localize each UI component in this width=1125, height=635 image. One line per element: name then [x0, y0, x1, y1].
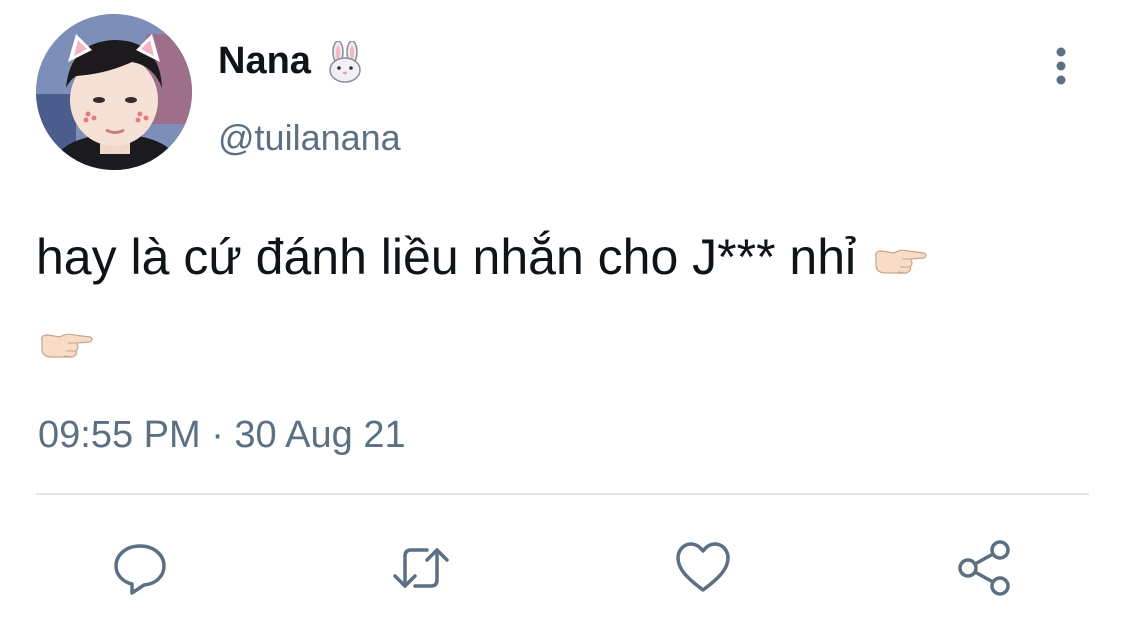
- more-options-icon[interactable]: [1046, 44, 1076, 88]
- tweet-card: Nana @tuilanana hay là cứ đánh liều nhắn…: [0, 0, 1125, 635]
- reply-button[interactable]: [110, 538, 170, 598]
- tweet-timestamp[interactable]: 09:55 PM · 30 Aug 21: [38, 414, 406, 457]
- backhand-index-pointing-right-icon: [41, 333, 93, 358]
- avatar[interactable]: [36, 14, 192, 170]
- user-handle[interactable]: @tuilanana: [218, 117, 401, 159]
- like-button[interactable]: [673, 538, 733, 598]
- retweet-icon: [393, 548, 449, 588]
- tweet-text: hay là cứ đánh liều nhắn cho J*** nhỉ: [36, 215, 1096, 383]
- backhand-index-pointing-right-icon: [875, 249, 927, 274]
- display-name[interactable]: Nana: [218, 40, 365, 83]
- tweet-text-content: hay là cứ đánh liều nhắn cho J*** nhỉ: [36, 229, 857, 285]
- retweet-button[interactable]: [391, 538, 451, 598]
- share-button[interactable]: [954, 538, 1014, 598]
- display-name-text: Nana: [218, 40, 311, 82]
- share-icon: [958, 540, 1010, 596]
- reply-icon: [114, 544, 166, 595]
- rabbit-face-icon: [329, 40, 361, 83]
- heart-icon: [676, 542, 730, 592]
- divider: [36, 493, 1089, 495]
